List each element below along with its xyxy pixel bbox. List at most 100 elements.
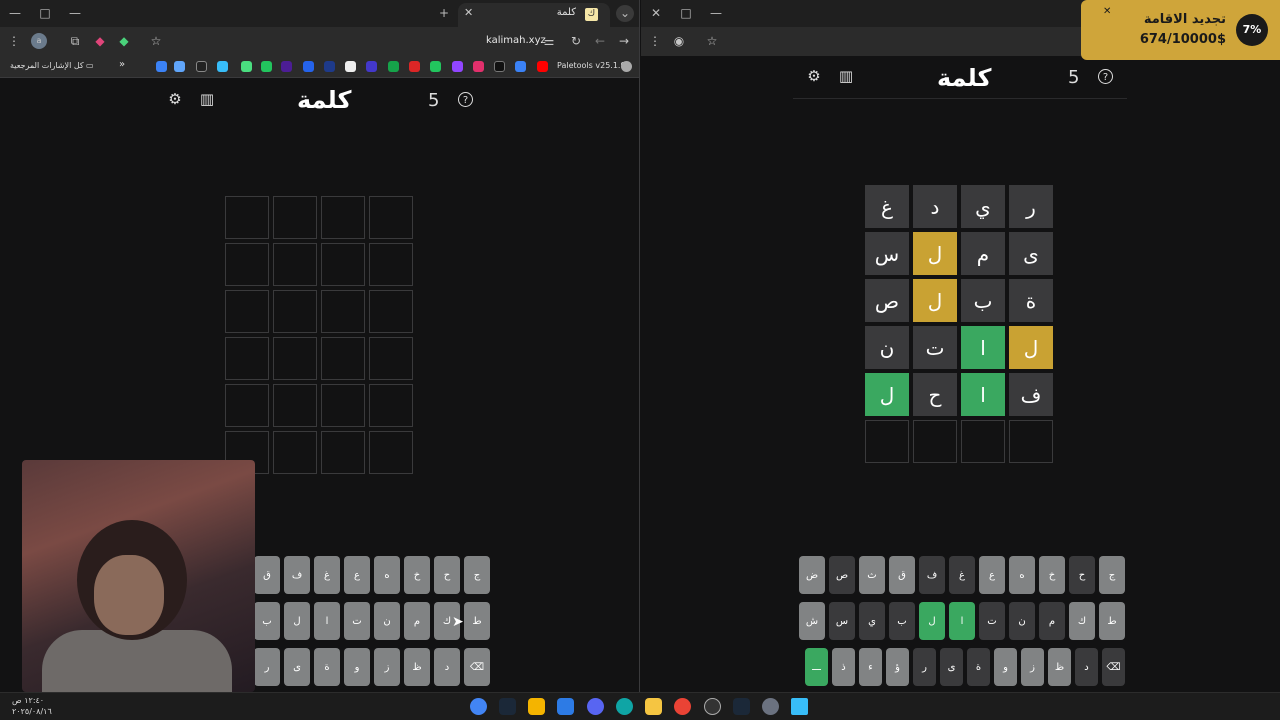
keyboard-key[interactable]: ا bbox=[314, 602, 340, 640]
ublock-icon[interactable]: ◆ bbox=[92, 33, 108, 49]
bookmark-icon[interactable] bbox=[345, 61, 356, 72]
keyboard-key[interactable]: ء bbox=[859, 648, 882, 686]
keyboard-key[interactable]: ى bbox=[284, 648, 310, 686]
settings-gear-icon[interactable]: ⚙ bbox=[805, 67, 823, 85]
discord-icon[interactable] bbox=[587, 698, 604, 715]
keyboard-key[interactable]: ؤ bbox=[886, 648, 909, 686]
bookmark-star-icon[interactable]: ☆ bbox=[148, 33, 164, 49]
keyboard-key[interactable]: ج bbox=[1099, 556, 1125, 594]
bookmark-icon[interactable] bbox=[388, 61, 399, 72]
steam-icon[interactable] bbox=[499, 698, 516, 715]
steam-icon[interactable] bbox=[733, 698, 750, 715]
keyboard-key[interactable]: ت bbox=[344, 602, 370, 640]
keyboard-key[interactable]: خ bbox=[404, 556, 430, 594]
keyboard-key[interactable]: ط bbox=[464, 602, 490, 640]
rockstar-icon[interactable] bbox=[528, 698, 545, 715]
maximize-icon[interactable]: □ bbox=[36, 5, 54, 22]
edge-icon[interactable] bbox=[616, 698, 633, 715]
keyboard-key[interactable]: ل bbox=[919, 602, 945, 640]
keyboard-key[interactable]: ط bbox=[1099, 602, 1125, 640]
new-tab-icon[interactable]: + bbox=[435, 5, 453, 22]
keyboard-key[interactable]: ب bbox=[889, 602, 915, 640]
obs-icon[interactable] bbox=[704, 698, 721, 715]
keyboard-key[interactable]: ر bbox=[913, 648, 936, 686]
tab-kalimah[interactable]: ✕ كلمة ك bbox=[458, 3, 610, 27]
menu-icon[interactable]: ⋮ bbox=[6, 33, 22, 49]
translate-icon[interactable] bbox=[515, 61, 526, 72]
keyboard-key[interactable]: ب bbox=[254, 602, 280, 640]
keyboard-key[interactable]: م bbox=[1039, 602, 1065, 640]
tab-close-icon[interactable]: ✕ bbox=[464, 6, 473, 19]
reload-icon[interactable]: ↻ bbox=[568, 33, 584, 49]
keyboard-key[interactable]: و bbox=[344, 648, 370, 686]
keyboard-key[interactable]: ظ bbox=[1048, 648, 1071, 686]
keyboard-key[interactable]: د bbox=[434, 648, 460, 686]
shield-icon[interactable]: ◆ bbox=[116, 33, 132, 49]
bookmark-icon[interactable] bbox=[303, 61, 314, 72]
close-window-icon[interactable]: ✕ bbox=[647, 5, 665, 22]
extensions-icon[interactable]: ⧉ bbox=[67, 33, 83, 49]
bookmark-star-icon[interactable]: ☆ bbox=[704, 33, 720, 49]
help-icon[interactable]: ? bbox=[458, 92, 473, 107]
twitch-icon[interactable] bbox=[452, 61, 463, 72]
maximize-icon[interactable]: □ bbox=[677, 5, 695, 22]
keyboard-key[interactable]: ز bbox=[374, 648, 400, 686]
file-explorer-icon[interactable] bbox=[645, 698, 662, 715]
keyboard-key[interactable]: ه bbox=[1009, 556, 1035, 594]
keyboard-key[interactable]: ف bbox=[284, 556, 310, 594]
keyboard-key[interactable]: ف bbox=[919, 556, 945, 594]
keyboard-key[interactable]: ت bbox=[979, 602, 1005, 640]
keyboard-key[interactable]: ح bbox=[1069, 556, 1095, 594]
keyboard-key[interactable]: ح bbox=[434, 556, 460, 594]
minimize-icon[interactable]: — bbox=[707, 5, 725, 22]
keyboard-key[interactable]: ة bbox=[314, 648, 340, 686]
keyboard-key[interactable]: ق bbox=[254, 556, 280, 594]
close-window-icon[interactable]: — bbox=[66, 5, 84, 22]
keyboard-key[interactable]: ج bbox=[464, 556, 490, 594]
bookmark-icon[interactable] bbox=[261, 61, 272, 72]
keyboard-key[interactable]: ق bbox=[889, 556, 915, 594]
youtube-icon[interactable] bbox=[537, 61, 548, 72]
keyboard-key[interactable]: غ bbox=[949, 556, 975, 594]
menu-icon[interactable]: ⋮ bbox=[647, 33, 663, 49]
site-settings-icon[interactable]: ⚌ bbox=[541, 33, 557, 49]
bookmark-icon[interactable] bbox=[324, 61, 335, 72]
keyboard-key[interactable]: ص bbox=[829, 556, 855, 594]
keyboard-key[interactable]: ز bbox=[1021, 648, 1044, 686]
minimize-icon[interactable]: — bbox=[6, 5, 24, 22]
keyboard-key[interactable]: غ bbox=[314, 556, 340, 594]
forward-icon[interactable]: ← bbox=[592, 33, 608, 49]
keyboard-key[interactable]: ل bbox=[284, 602, 310, 640]
keyboard-key[interactable]: ه bbox=[374, 556, 400, 594]
keyboard-key[interactable]: ع bbox=[979, 556, 1005, 594]
instagram-icon[interactable] bbox=[473, 61, 484, 72]
backspace-key[interactable]: ⌫ bbox=[464, 648, 490, 686]
profile-icon[interactable]: ◉ bbox=[671, 33, 687, 49]
more-bookmarks-icon[interactable]: » bbox=[119, 59, 125, 70]
keyboard-key[interactable]: ا bbox=[949, 602, 975, 640]
backspace-key[interactable]: ⌫ bbox=[1102, 648, 1125, 686]
bookmark-icon[interactable] bbox=[196, 61, 207, 72]
keyboard-key[interactable]: ث bbox=[859, 556, 885, 594]
bookmark-icon[interactable] bbox=[174, 61, 185, 72]
keyboard-key[interactable]: م bbox=[404, 602, 430, 640]
keyboard-key[interactable]: خ bbox=[1039, 556, 1065, 594]
address-bar[interactable]: kalimah.xyz bbox=[486, 35, 546, 46]
keyboard-key[interactable]: ن bbox=[1009, 602, 1035, 640]
chrome-icon[interactable] bbox=[674, 698, 691, 715]
enter-key[interactable]: ـــ bbox=[805, 648, 828, 686]
help-icon[interactable]: ? bbox=[1098, 69, 1113, 84]
bookmark-icon[interactable] bbox=[281, 61, 292, 72]
settings-icon[interactable] bbox=[762, 698, 779, 715]
paletools-icon[interactable] bbox=[621, 61, 632, 72]
bookmark-icon[interactable] bbox=[430, 61, 441, 72]
all-bookmarks-label[interactable]: كل الإشارات المرجعية bbox=[10, 61, 84, 70]
close-icon[interactable]: ✕ bbox=[1103, 6, 1111, 17]
clock[interactable]: ١٢:٤٠ ص ٢٠٢٥/٠٨/١٦ bbox=[12, 695, 52, 717]
tab-search-icon[interactable]: ⌄ bbox=[616, 5, 634, 22]
keyboard-key[interactable]: ى bbox=[940, 648, 963, 686]
bookmark-icon[interactable] bbox=[366, 61, 377, 72]
keyboard-key[interactable]: ش bbox=[799, 602, 825, 640]
settings-gear-icon[interactable]: ⚙ bbox=[166, 90, 184, 108]
app-icon[interactable] bbox=[557, 698, 574, 715]
